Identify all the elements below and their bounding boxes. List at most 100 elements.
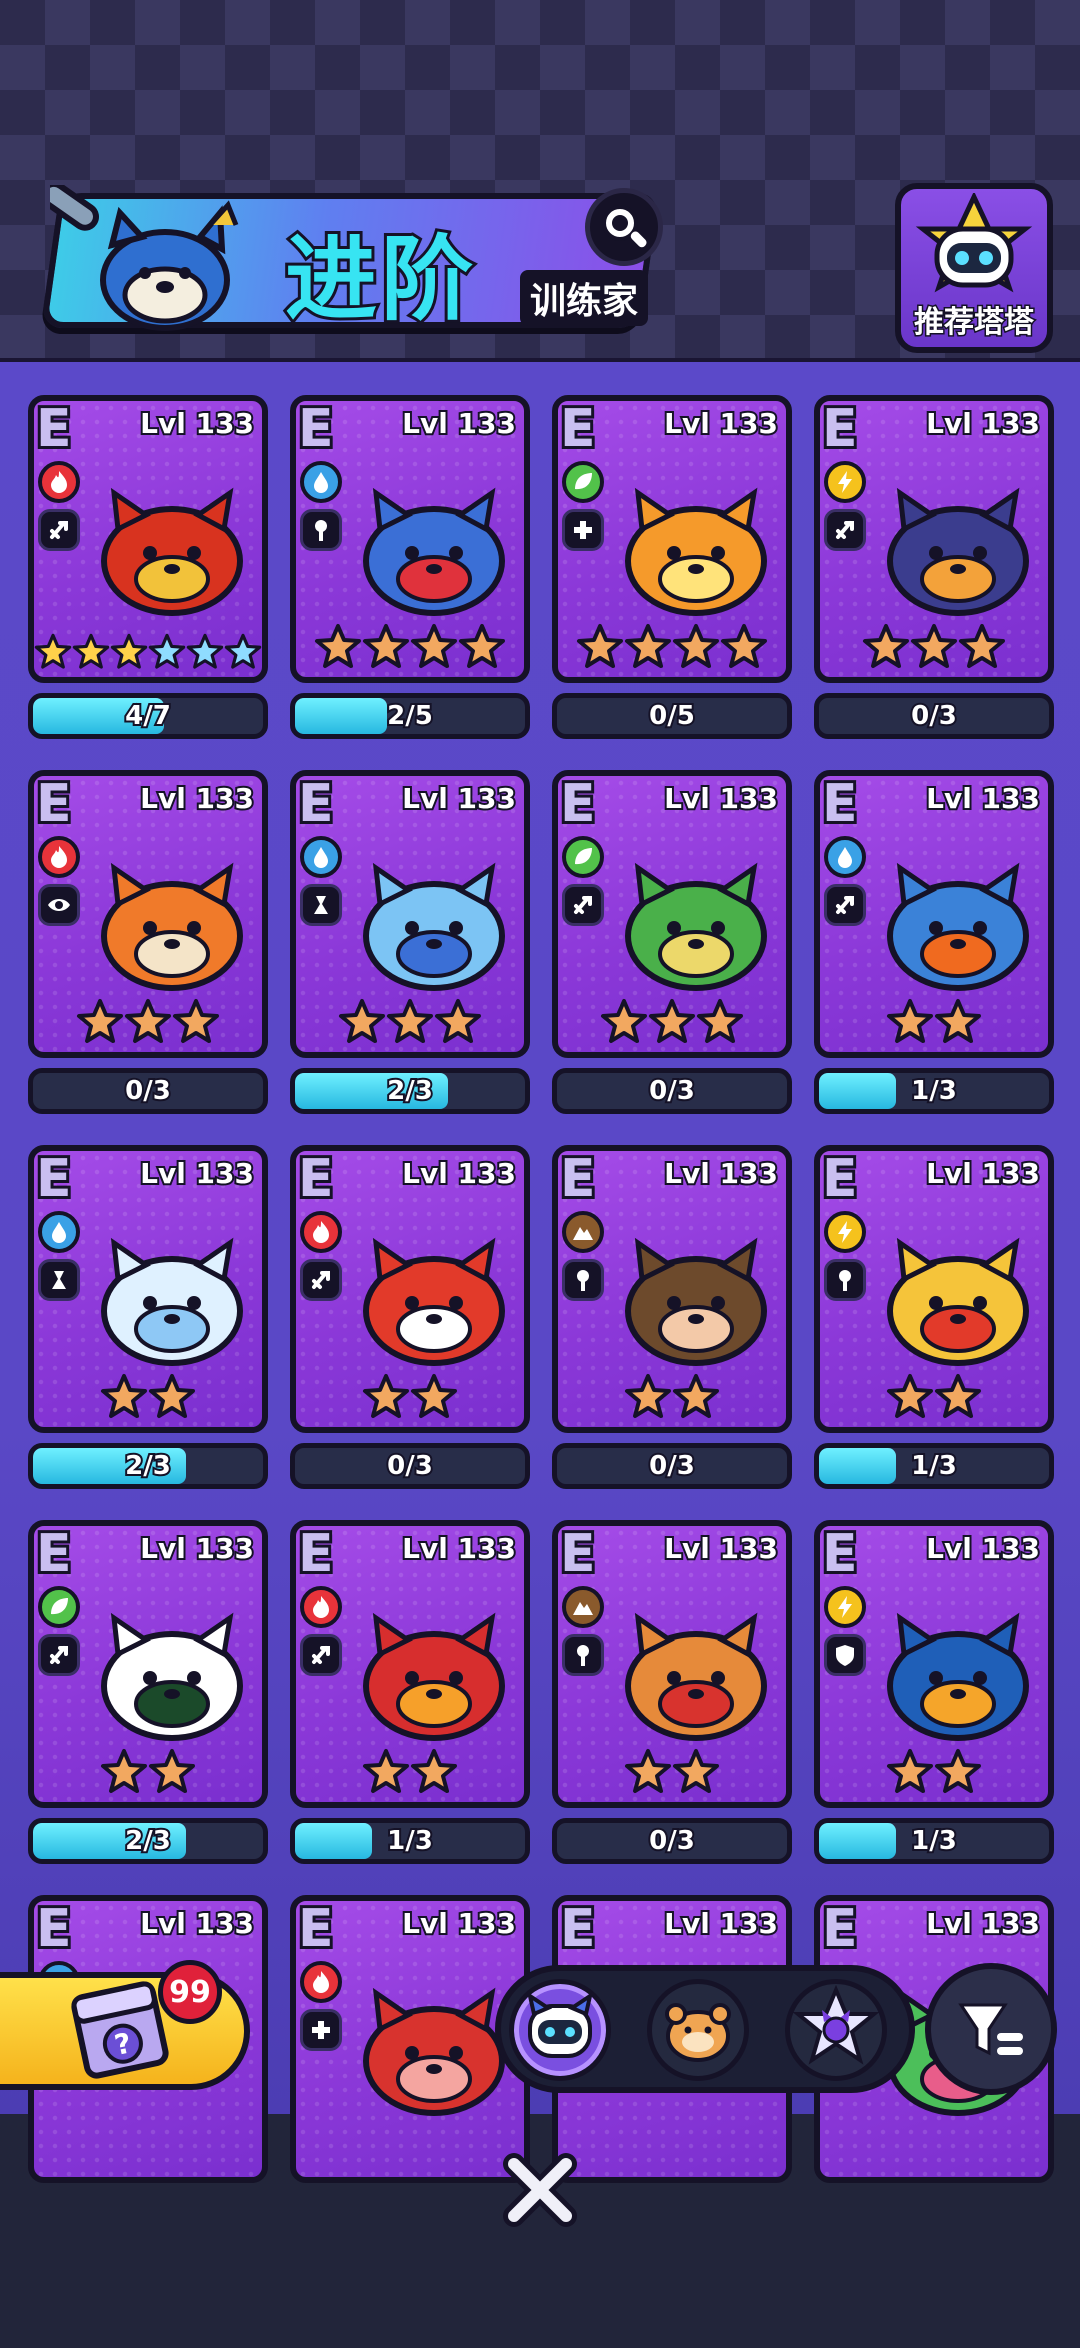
progress-text: 2/5 xyxy=(385,699,435,733)
creature-card[interactable]: E Lvl 133 xyxy=(814,1520,1054,1808)
creature-card[interactable]: E Lvl 133 xyxy=(28,395,268,683)
progress-bar: 0/3 xyxy=(28,1068,268,1114)
fire-element-icon xyxy=(300,1961,342,2003)
progress-bar: 0/3 xyxy=(290,1443,530,1489)
star-cat-icon xyxy=(792,1984,880,2065)
toucan-icon xyxy=(887,1612,1029,1741)
search-button[interactable] xyxy=(585,188,663,266)
star-icon xyxy=(697,999,743,1043)
filter-icon xyxy=(958,2003,1023,2056)
creature-card[interactable]: E Lvl 133 xyxy=(552,1145,792,1433)
water-element-icon xyxy=(300,461,342,503)
progress-text: 2/3 xyxy=(123,1824,173,1858)
card-grade: E xyxy=(296,1899,336,1962)
search-icon xyxy=(602,205,647,248)
recommend-label: 推荐塔塔 xyxy=(913,304,1036,342)
card-level: Lvl 133 xyxy=(662,405,780,442)
attack-role-icon xyxy=(824,509,866,551)
star-icon xyxy=(935,1374,981,1418)
recommend-button[interactable]: 推荐塔塔 xyxy=(895,183,1053,353)
card-level: Lvl 133 xyxy=(400,1530,518,1567)
creature-card[interactable]: E Lvl 133 xyxy=(814,770,1054,1058)
creature-card[interactable]: E Lvl 133 xyxy=(552,1520,792,1808)
attack-role-icon xyxy=(562,884,604,926)
progress-text: 2/3 xyxy=(385,1074,435,1108)
star-icon xyxy=(673,1374,719,1418)
healer-role-icon xyxy=(562,509,604,551)
progress-bar: 1/3 xyxy=(814,1068,1054,1114)
card-level: Lvl 133 xyxy=(924,1905,1042,1942)
star-icon xyxy=(887,999,933,1043)
star-rating xyxy=(558,998,786,1046)
blue-fish-cat-icon xyxy=(363,862,505,991)
progress-bar: 2/5 xyxy=(290,693,530,739)
creature-card[interactable]: E Lvl 133 xyxy=(290,395,530,683)
card-grade: E xyxy=(820,1524,860,1587)
card-level: Lvl 133 xyxy=(138,1530,256,1567)
star-icon xyxy=(149,1374,195,1418)
mage-role-icon xyxy=(300,509,342,551)
tab-robot-cat[interactable] xyxy=(509,1979,611,2081)
progress-text: 0/3 xyxy=(647,1824,697,1858)
card-grade: E xyxy=(558,399,598,462)
card-level: Lvl 133 xyxy=(138,1155,256,1192)
card-level: Lvl 133 xyxy=(400,780,518,817)
card-grade: E xyxy=(34,1149,74,1212)
water-element-icon xyxy=(300,836,342,878)
progress-text: 0/5 xyxy=(647,699,697,733)
progress-text: 1/3 xyxy=(385,1824,435,1858)
star-rating xyxy=(820,1373,1048,1421)
creature-card[interactable]: E Lvl 133 xyxy=(552,395,792,683)
card-level: Lvl 133 xyxy=(662,780,780,817)
star-icon xyxy=(673,1749,719,1793)
star-rating xyxy=(296,623,524,671)
progress-text: 1/3 xyxy=(909,1824,959,1858)
creature-card[interactable]: E Lvl 133 xyxy=(814,395,1054,683)
page-title: 进阶 xyxy=(282,223,478,336)
star-icon xyxy=(625,624,671,668)
progress-text: 2/3 xyxy=(123,1449,173,1483)
star-icon xyxy=(887,1374,933,1418)
card-level: Lvl 133 xyxy=(138,1905,256,1942)
creature-card[interactable]: E Lvl 133 xyxy=(28,770,268,1058)
star-rating xyxy=(296,998,524,1046)
creature-card[interactable]: E Lvl 133 xyxy=(28,1520,268,1808)
star-rating xyxy=(558,1748,786,1796)
progress-bar: 1/3 xyxy=(814,1818,1054,1864)
filter-button[interactable] xyxy=(925,1963,1057,2095)
tab-star-cat[interactable] xyxy=(785,1979,887,2081)
card-grade: E xyxy=(296,774,336,837)
gift-box-widget[interactable]: ? 99 xyxy=(0,1960,260,2100)
creature-card[interactable]: E Lvl 133 xyxy=(290,1520,530,1808)
electric-element-icon xyxy=(824,1211,866,1253)
star-icon xyxy=(911,624,957,668)
fire-element-icon xyxy=(38,836,80,878)
star-icon xyxy=(863,624,909,668)
tiger-icon xyxy=(101,862,243,991)
creature-card[interactable]: E Lvl 133 xyxy=(28,1145,268,1433)
tab-hamster[interactable] xyxy=(647,1979,749,2081)
creature-card[interactable]: E Lvl 133 xyxy=(814,1145,1054,1433)
sunflower-icon xyxy=(625,487,767,616)
card-level: Lvl 133 xyxy=(662,1155,780,1192)
progress-bar: 1/3 xyxy=(814,1443,1054,1489)
creature-card[interactable]: E Lvl 133 xyxy=(290,1145,530,1433)
progress-bar: 0/5 xyxy=(552,693,792,739)
progress-text: 1/3 xyxy=(909,1449,959,1483)
star-icon xyxy=(125,999,171,1043)
star-icon xyxy=(186,633,224,669)
page-subtitle: 训练家 xyxy=(520,270,649,326)
fire-element-icon xyxy=(38,461,80,503)
card-level: Lvl 133 xyxy=(924,1530,1042,1567)
star-icon xyxy=(577,624,623,668)
electric-element-icon xyxy=(824,461,866,503)
creature-card[interactable]: E Lvl 133 xyxy=(290,770,530,1058)
defense-role-icon xyxy=(824,1634,866,1676)
earth-element-icon xyxy=(562,1586,604,1628)
close-button[interactable] xyxy=(500,2150,580,2230)
creature-card[interactable]: E Lvl 133 xyxy=(552,770,792,1058)
card-level: Lvl 133 xyxy=(662,1905,780,1942)
crab-icon xyxy=(363,487,505,616)
creature-card[interactable]: E Lvl 133 xyxy=(290,1895,530,2183)
star-icon xyxy=(411,1374,457,1418)
